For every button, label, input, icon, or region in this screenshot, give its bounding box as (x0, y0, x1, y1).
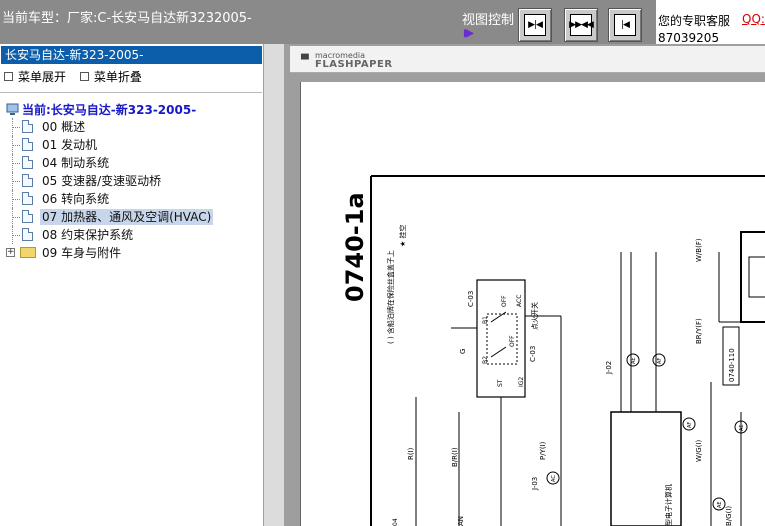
tree-root-label: 当前:长安马自达-新323-2005- (22, 103, 197, 117)
tree-line (12, 127, 20, 128)
tree-item-label: 07 加热器、通风及空调(HVAC) (40, 209, 214, 225)
actual-size-icon: |◀ (614, 14, 636, 36)
service-panel: 您的专职客服 QQ: 87039205 (656, 0, 765, 45)
fit-page-icon: ▶▶◀◀ (569, 14, 594, 36)
document-icon (22, 120, 33, 133)
expand-menu-button[interactable]: 菜单展开 (4, 68, 66, 85)
collapse-icon (79, 72, 89, 81)
tree-item-label: 08 约束保护系统 (42, 228, 134, 242)
sidebar-divider (0, 92, 262, 93)
label-j02: J-02 (605, 361, 613, 375)
fit-width-icon: ▶|◀ (524, 14, 546, 36)
tree-item-label: 06 转向系统 (42, 192, 110, 206)
expand-menu-label: 菜单展开 (18, 70, 67, 84)
component-box (740, 231, 765, 323)
label-acc1: ACC (516, 295, 523, 307)
tree-line (12, 163, 20, 164)
tree-item-label: 04 制动系统 (42, 156, 110, 170)
label-wb: W/B(F) (695, 238, 703, 262)
label-ae1: AE (631, 357, 637, 364)
tree-root[interactable]: 当前:长安马自达-新323-2005- (6, 101, 196, 118)
tree-item-label: 09 车身与附件 (42, 246, 122, 260)
label-wg: W/G(I) (695, 440, 703, 462)
label-off1: OFF (501, 295, 508, 307)
label-ae3: AE (739, 424, 745, 431)
label-b2: B2 (482, 356, 489, 364)
tree-line (12, 199, 20, 200)
tree-item-label: 05 变速器/变速驱动桥 (42, 174, 162, 188)
caption-2: ★ 挂空 (398, 224, 407, 247)
logo-big-text: FLASHPAPER (315, 59, 393, 70)
menu-controls: 菜单展开 菜单折叠 (4, 68, 152, 85)
fit-width-button[interactable]: ▶|◀ (518, 8, 552, 42)
switch-contact (490, 346, 507, 358)
label-g: G (459, 349, 467, 354)
collapse-menu-label: 菜单折叠 (93, 70, 142, 84)
label-af1: AF (657, 358, 663, 364)
sidebar: 长安马自达-新323-2005- 菜单展开 菜单折叠 当前:长安马自达-新323… (0, 44, 264, 526)
document-icon (22, 156, 33, 169)
view-control-arrow-icon: ▮▶ (463, 28, 474, 39)
actual-size-button[interactable]: |◀ (608, 8, 642, 42)
folder-icon (20, 247, 36, 258)
document-page[interactable]: 0740-1a ( ) 含船泊牌在保险丝盒盖子上 ★ 挂空 C-03 C-03 … (300, 82, 765, 526)
tree-item-label: 00 概述 (42, 120, 86, 134)
label-ig2: IG2 (518, 377, 525, 387)
tree-line (12, 235, 20, 236)
tree-line (12, 145, 20, 146)
label-af2: AF (687, 422, 693, 428)
current-car-title: 当前车型：厂家:C-长安马自达新3232005- (2, 11, 252, 26)
tree-line (12, 217, 20, 218)
label-pyi: P/Y(I) (539, 441, 547, 460)
wiring-diagram: 0740-1a ( ) 含船泊牌在保险丝盒盖子上 ★ 挂空 C-03 C-03 … (341, 175, 765, 526)
label-ae2: AE (717, 501, 723, 508)
sidebar-header: 长安马自达-新323-2005- (1, 46, 262, 64)
document-icon (22, 138, 33, 151)
page-code: 0740-1a (341, 192, 369, 302)
view-control-label: 视图控制 (462, 13, 515, 28)
label-j03: J-03 (531, 477, 539, 491)
flashpaper-toolbar: ▀ macromedia FLASHPAPER (290, 46, 765, 73)
expand-icon (4, 72, 13, 81)
label-st: ST (497, 379, 504, 387)
tree-line (12, 181, 20, 182)
computer-icon (6, 103, 19, 115)
caption-1: ( ) 含船泊牌在保险丝盒盖子上 (386, 250, 395, 344)
document-icon (22, 210, 33, 223)
expand-plus-icon[interactable]: + (6, 248, 15, 257)
label-ac: AC (551, 475, 557, 482)
document-icon (22, 228, 33, 241)
label-ri: R(I) (407, 447, 415, 460)
tree-item-label: 01 发动机 (42, 138, 98, 152)
flashpaper-logo-icon: ▀ (301, 55, 309, 66)
component-inner (748, 256, 765, 298)
label-off2: OFF (509, 335, 516, 347)
splitter[interactable] (264, 44, 284, 526)
fit-page-button[interactable]: ▶▶◀◀ (564, 8, 598, 42)
service-label: 您的专职客服 (658, 14, 731, 28)
document-icon (22, 174, 33, 187)
label-an: AN (457, 516, 465, 526)
service-phone: 87039205 (658, 31, 720, 45)
service-qq-link[interactable]: QQ: (742, 12, 765, 26)
label-bry: BR/Y(F) (695, 318, 703, 344)
ref-label: 0740-110 (728, 348, 736, 382)
document-icon (22, 192, 33, 205)
label-bgi: B/G(I) (725, 506, 733, 526)
label-c03a: C-03 (467, 291, 475, 307)
ecu-label: 型电子计算机 (664, 484, 673, 526)
label-c03b: C-03 (529, 346, 537, 362)
label-bri: B/R(I) (451, 447, 459, 467)
top-bar: 当前车型：厂家:C-长安马自达新3232005- 视图控制 ▮▶ ▶|◀ ▶▶◀… (0, 0, 765, 45)
switch-contact (490, 311, 507, 323)
label-04: 04 (392, 518, 399, 526)
collapse-menu-button[interactable]: 菜单折叠 (79, 68, 142, 85)
label-b1: B1 (482, 316, 489, 324)
